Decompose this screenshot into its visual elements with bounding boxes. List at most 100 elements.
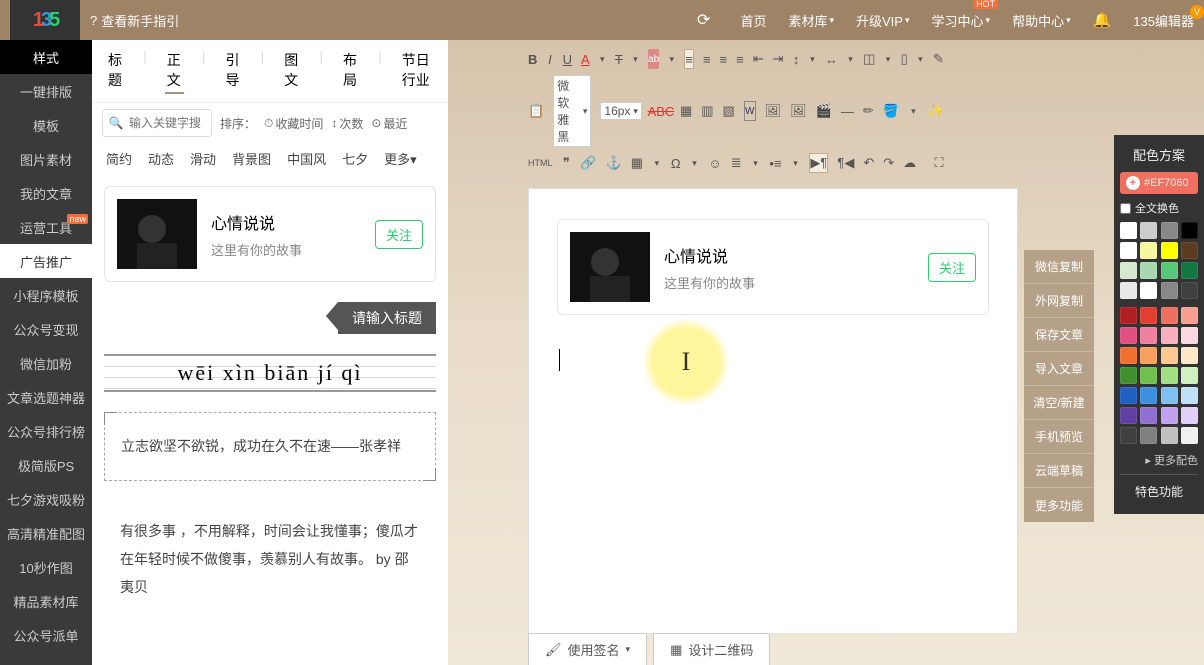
tab-item[interactable]: 标题 — [106, 48, 125, 94]
action-button[interactable]: 导入文章 — [1024, 352, 1094, 386]
full-swap-checkbox[interactable]: 全文换色 — [1120, 200, 1198, 216]
main-color-button[interactable]: + #EF7060 — [1120, 172, 1198, 194]
sidebar-category[interactable]: 样式 — [0, 40, 92, 74]
anchor-button[interactable]: ⚓ — [606, 153, 622, 173]
guide-link[interactable]: ? 查看新手指引 — [90, 11, 179, 30]
material-card[interactable]: 心情说说 这里有你的故事 关注 — [104, 186, 436, 282]
sidebar-item[interactable]: 文章选题神器 — [0, 380, 92, 414]
nav-home[interactable]: 首页 — [740, 11, 766, 30]
paste-button[interactable]: 📋 — [528, 101, 544, 121]
color-swatch[interactable] — [1120, 262, 1137, 279]
color-swatch[interactable] — [1120, 242, 1137, 259]
color-swatch[interactable] — [1140, 262, 1157, 279]
undo-button[interactable]: ↶ — [863, 153, 874, 173]
action-button[interactable]: 清空/新建 — [1024, 386, 1094, 420]
video-button[interactable]: 🎬 — [816, 101, 832, 121]
canvas-card[interactable]: 心情说说 这里有你的故事 关注 — [557, 219, 989, 315]
sidebar-item[interactable]: 精品素材库 — [0, 584, 92, 618]
color-swatch[interactable] — [1120, 347, 1137, 364]
color-swatch[interactable] — [1161, 347, 1178, 364]
qrcode-tab[interactable]: ▦设计二维码 — [653, 633, 770, 665]
letter-spacing-button[interactable]: ↔ — [825, 49, 838, 69]
italic-button[interactable]: I — [546, 49, 553, 69]
color-swatch[interactable] — [1161, 262, 1178, 279]
sidebar-item[interactable]: 小程序模板 — [0, 278, 92, 312]
follow-button[interactable]: 关注 — [928, 253, 976, 282]
subtab-item[interactable]: 七夕 — [342, 149, 368, 168]
color-swatch[interactable] — [1181, 407, 1198, 424]
chevron-down-icon[interactable]: ▾ — [599, 49, 606, 69]
nav-brand[interactable]: 135编辑器V — [1133, 11, 1194, 30]
sidebar-item[interactable]: 运营工具new — [0, 210, 92, 244]
color-swatch[interactable] — [1161, 387, 1178, 404]
align-center-button[interactable]: ≡ — [703, 49, 711, 69]
chevron-down-icon[interactable]: ▾ — [791, 153, 801, 173]
chevron-down-icon[interactable]: ▾ — [847, 49, 854, 69]
format-brush-button[interactable]: ✎ — [933, 49, 944, 69]
tab-item[interactable]: 布局 — [341, 48, 360, 94]
action-button[interactable]: 微信复制 — [1024, 250, 1094, 284]
fullpage-bg-button[interactable]: ▧ — [723, 101, 735, 121]
sidebar-item[interactable]: 公众号变现 — [0, 312, 92, 346]
sidebar-item[interactable]: 极简版PS — [0, 448, 92, 482]
color-swatch[interactable] — [1120, 427, 1137, 444]
strike-button[interactable]: ABC — [651, 101, 671, 121]
more-colors-link[interactable]: ▸ 更多配色 — [1120, 452, 1198, 468]
subtab-item[interactable]: 背景图 — [232, 149, 271, 168]
color-swatch[interactable] — [1140, 282, 1157, 299]
color-swatch[interactable] — [1140, 242, 1157, 259]
color-swatch[interactable] — [1181, 242, 1198, 259]
divider-button[interactable]: — — [841, 101, 854, 121]
sidebar-item[interactable]: 图片素材 — [0, 142, 92, 176]
sidebar-item[interactable]: 我的文章 — [0, 176, 92, 210]
sidebar-item[interactable]: 10秒作图 — [0, 550, 92, 584]
color-swatch[interactable] — [1181, 222, 1198, 239]
tab-item[interactable]: 图文 — [282, 48, 301, 94]
quote-sample[interactable]: 立志欲坚不欲锐，成功在久不在速——张孝祥 — [104, 412, 436, 481]
color-swatch[interactable] — [1140, 222, 1157, 239]
color-swatch[interactable] — [1161, 327, 1178, 344]
color-swatch[interactable] — [1120, 387, 1137, 404]
color-swatch[interactable] — [1181, 347, 1198, 364]
align-justify-button[interactable]: ≡ — [736, 49, 744, 69]
align-right-button[interactable]: ≡ — [720, 49, 728, 69]
subtab-item[interactable]: 更多▾ — [384, 149, 417, 168]
bell-icon[interactable]: 🔔 — [1093, 11, 1112, 29]
pinyin-sample[interactable]: wēi xìn biān jí qì — [104, 354, 436, 392]
padding-button[interactable]: ▯ — [901, 49, 908, 69]
sidebar-item[interactable]: 广告推广 — [0, 244, 92, 278]
code-button[interactable]: ▦ — [631, 153, 643, 173]
subtab-item[interactable]: 动态 — [148, 149, 174, 168]
indent-right-button[interactable]: ⇥ — [773, 49, 784, 69]
chevron-down-icon[interactable]: ▾ — [917, 49, 924, 69]
chevron-down-icon[interactable]: ▾ — [690, 153, 700, 173]
font-color-button[interactable]: A — [581, 49, 590, 69]
bg-color-button[interactable]: ab — [648, 49, 659, 69]
magic-button[interactable]: ✨ — [928, 101, 944, 121]
color-swatch[interactable] — [1181, 427, 1198, 444]
color-swatch[interactable] — [1181, 387, 1198, 404]
action-button[interactable]: 手机预览 — [1024, 420, 1094, 454]
ordered-list-button[interactable]: ≣ — [731, 153, 742, 173]
color-swatch[interactable] — [1181, 327, 1198, 344]
image-button[interactable]: 🖼 — [765, 101, 782, 121]
chevron-down-icon[interactable]: ▾ — [652, 153, 662, 173]
search-input[interactable] — [129, 116, 211, 130]
color-swatch[interactable] — [1120, 327, 1137, 344]
color-swatch[interactable] — [1161, 407, 1178, 424]
table-button[interactable]: ▦ — [680, 101, 692, 121]
nav-vip[interactable]: 升级VIP▾ — [856, 11, 910, 30]
sidebar-item[interactable]: 七夕游戏吸粉 — [0, 482, 92, 516]
unordered-list-button[interactable]: •≡ — [769, 153, 781, 173]
color-swatch[interactable] — [1161, 282, 1178, 299]
clear-format-button[interactable]: T — [615, 49, 623, 69]
sort-count[interactable]: ↕次数 — [331, 115, 363, 132]
fill-button[interactable]: 🪣 — [883, 101, 899, 121]
font-size-select[interactable]: 16px▾ — [600, 102, 642, 120]
chevron-down-icon[interactable]: ▾ — [884, 49, 891, 69]
tab-item[interactable]: 节日行业 — [400, 48, 434, 94]
chevron-down-icon[interactable]: ▾ — [908, 101, 919, 121]
chevron-down-icon[interactable]: ▾ — [668, 49, 675, 69]
tab-item[interactable]: 引导 — [224, 48, 243, 94]
color-swatch[interactable] — [1140, 387, 1157, 404]
